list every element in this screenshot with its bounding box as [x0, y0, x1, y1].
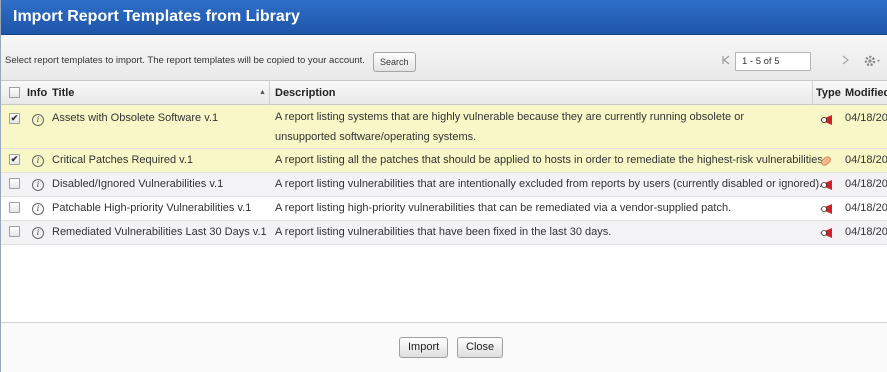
dialog-title-bar[interactable]: Import Report Templates from Library — [1, 0, 887, 35]
info-icon[interactable]: i — [32, 114, 44, 126]
template-description: A report listing vulnerabilities that ha… — [275, 226, 612, 238]
template-title: Critical Patches Required v.1 — [52, 154, 194, 166]
flag-icon — [820, 204, 832, 214]
table-row[interactable]: ✔ i Critical Patches Required v.1 A repo… — [1, 149, 887, 173]
modified-date: 04/18/201 — [845, 178, 887, 190]
template-title: Disabled/Ignored Vulnerabilities v.1 — [52, 178, 224, 190]
gear-icon[interactable] — [861, 51, 881, 71]
column-divider — [812, 81, 813, 105]
column-header-type[interactable]: Type — [816, 87, 841, 99]
row-checkbox[interactable] — [9, 178, 20, 189]
template-title: Assets with Obsolete Software v.1 — [52, 112, 219, 124]
template-description: A report listing systems that are highly… — [275, 111, 744, 143]
table-row[interactable]: i Patchable High-priority Vulnerabilitie… — [1, 197, 887, 221]
dialog-footer: Import Close — [1, 322, 887, 372]
patch-icon — [821, 156, 831, 166]
grid-header: Info Title ▲ Description Type Modified — [1, 81, 887, 105]
template-title: Patchable High-priority Vulnerabilities … — [52, 202, 252, 214]
flag-icon — [820, 180, 832, 190]
next-page-icon[interactable] — [837, 54, 853, 70]
dialog-title: Import Report Templates from Library — [13, 8, 300, 25]
column-header-description[interactable]: Description — [275, 87, 336, 99]
column-header-title[interactable]: Title — [52, 87, 74, 99]
modified-date: 04/18/201 — [845, 226, 887, 238]
flag-icon — [820, 228, 832, 238]
info-icon[interactable]: i — [32, 227, 44, 239]
info-icon[interactable]: i — [32, 203, 44, 215]
toolbar: Select report templates to import. The r… — [1, 35, 887, 81]
flag-icon — [820, 115, 832, 125]
modified-date: 04/18/201 — [845, 112, 887, 124]
sort-ascending-icon: ▲ — [259, 89, 266, 96]
template-description: A report listing vulnerabilities that ar… — [275, 178, 823, 190]
row-checkbox[interactable]: ✔ — [9, 154, 20, 165]
table-row[interactable]: i Remediated Vulnerabilities Last 30 Day… — [1, 221, 887, 245]
row-checkbox[interactable] — [9, 226, 20, 237]
select-all-checkbox[interactable] — [9, 87, 20, 98]
table-row[interactable]: ✔ i Assets with Obsolete Software v.1 A … — [1, 105, 887, 149]
row-checkbox[interactable]: ✔ — [9, 113, 20, 124]
template-description: A report listing high-priority vulnerabi… — [275, 202, 732, 214]
close-button[interactable]: Close — [457, 337, 504, 358]
column-header-info[interactable]: Info — [27, 87, 47, 99]
import-templates-dialog: Import Report Templates from Library Sel… — [0, 0, 887, 372]
pager-range[interactable]: 1 - 5 of 5 — [735, 52, 811, 71]
column-header-modified[interactable]: Modified — [845, 87, 887, 99]
template-title: Remediated Vulnerabilities Last 30 Days … — [52, 226, 267, 238]
modified-date: 04/18/201 — [845, 154, 887, 166]
info-icon[interactable]: i — [32, 179, 44, 191]
table-row[interactable]: i Disabled/Ignored Vulnerabilities v.1 A… — [1, 173, 887, 197]
column-divider — [269, 81, 270, 105]
instructions-text: Select report templates to import. The r… — [5, 55, 365, 66]
template-description: A report listing all the patches that sh… — [275, 154, 826, 166]
modified-date: 04/18/201 — [845, 202, 887, 214]
row-checkbox[interactable] — [9, 202, 20, 213]
prev-page-icon[interactable] — [717, 54, 737, 70]
import-button[interactable]: Import — [399, 337, 449, 358]
search-button[interactable]: Search — [373, 52, 416, 72]
info-icon[interactable]: i — [32, 155, 44, 167]
